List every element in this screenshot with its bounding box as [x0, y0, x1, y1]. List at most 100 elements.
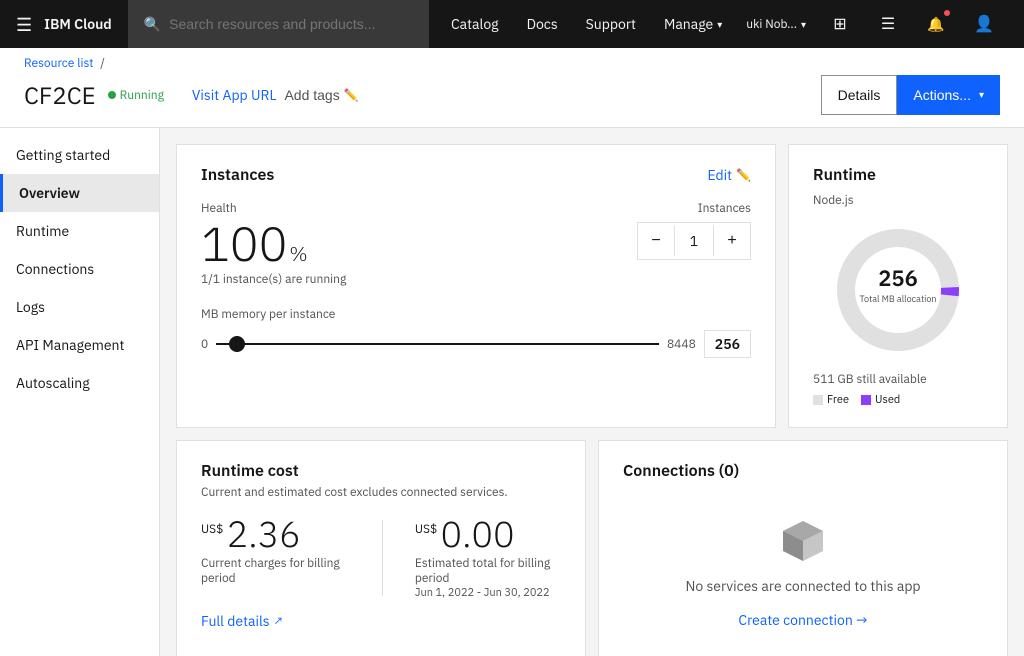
- search-icon: 🔍: [144, 15, 161, 33]
- nav-catalog[interactable]: Catalog: [437, 0, 513, 48]
- used-dot: [861, 395, 871, 405]
- visit-app-url-link[interactable]: Visit App URL: [192, 86, 277, 104]
- status-badge: Running: [108, 88, 164, 103]
- page-actions: Visit App URL Add tags ✏️: [192, 86, 359, 104]
- page-title-row: CF2CE Running Visit App URL Add tags ✏️ …: [24, 75, 1000, 127]
- full-details-link[interactable]: Full details ↗: [201, 612, 561, 630]
- instances-title: Instances: [201, 165, 274, 185]
- instances-header: Instances Edit ✏️: [201, 165, 751, 185]
- sidebar-item-runtime[interactable]: Runtime: [0, 212, 159, 250]
- cost-card: Runtime cost Current and estimated cost …: [176, 440, 586, 656]
- notification-badge: [944, 10, 950, 16]
- runtime-lang: Node.js: [813, 193, 983, 208]
- account-chevron-icon: ▾: [801, 18, 806, 31]
- instances-stepper: − 1 +: [637, 222, 751, 260]
- actions-button[interactable]: Actions... ▾: [897, 75, 1000, 115]
- user-icon[interactable]: 👤: [960, 0, 1008, 48]
- sidebar-item-connections[interactable]: Connections: [0, 250, 159, 288]
- estimated-currency: US$: [415, 522, 437, 537]
- estimated-amount: 0.00: [440, 510, 514, 557]
- grid-icon[interactable]: ⊞: [816, 0, 864, 48]
- edit-link[interactable]: Edit ✏️: [707, 166, 751, 184]
- hamburger-icon[interactable]: ☰: [16, 13, 32, 36]
- page-title: CF2CE: [24, 79, 96, 111]
- legend-used: Used: [861, 393, 900, 407]
- donut-chart: 256 Total MB allocation: [813, 220, 983, 360]
- cost-subtitle: Current and estimated cost excludes conn…: [201, 485, 561, 500]
- decrement-button[interactable]: −: [638, 223, 674, 259]
- sidebar-item-autoscaling[interactable]: Autoscaling: [0, 364, 159, 402]
- svg-text:Total MB allocation: Total MB allocation: [859, 294, 936, 305]
- runtime-available: 511 GB still available: [813, 372, 983, 387]
- sidebar-item-api-management[interactable]: API Management: [0, 326, 159, 364]
- sidebar-item-overview[interactable]: Overview: [0, 174, 159, 212]
- search-bar[interactable]: 🔍: [128, 0, 429, 48]
- list-icon[interactable]: ☰: [864, 0, 912, 48]
- connections-title: Connections (0): [623, 461, 983, 481]
- instances-health: Health 100 % 1/1 instance(s) are running: [201, 201, 637, 287]
- instances-card: Instances Edit ✏️ Health 100 % 1/1 insta…: [176, 144, 776, 428]
- main-content: Instances Edit ✏️ Health 100 % 1/1 insta…: [160, 128, 1024, 656]
- instance-count: 1: [674, 226, 714, 256]
- page-header: Resource list / CF2CE Running Visit App …: [0, 48, 1024, 128]
- memory-max: 8448: [667, 337, 696, 352]
- sidebar-item-getting-started[interactable]: Getting started: [0, 136, 159, 174]
- current-currency: US$: [201, 522, 223, 537]
- runtime-legend: Free Used: [813, 393, 983, 407]
- app-layout: Getting started Overview Runtime Connect…: [0, 128, 1024, 656]
- runtime-title: Runtime: [813, 165, 983, 185]
- runtime-card: Runtime Node.js 256 Total MB allocation …: [788, 144, 1008, 428]
- svg-text:256: 256: [878, 264, 918, 293]
- memory-section: MB memory per instance 0 8448 256: [201, 307, 751, 358]
- instances-control: Instances − 1 +: [637, 201, 751, 260]
- edit-pencil-icon: ✏️: [736, 168, 751, 183]
- add-tags-button[interactable]: Add tags ✏️: [284, 87, 358, 103]
- topnav-actions: uki Nob... ▾ ⊞ ☰ 🔔 👤: [736, 0, 1008, 48]
- cost-row: US$ 2.36 Current charges for billing per…: [201, 516, 561, 600]
- topnav: ☰ IBM Cloud 🔍 Catalog Docs Support Manag…: [0, 0, 1024, 48]
- donut-svg: 256 Total MB allocation: [828, 220, 968, 360]
- connections-card: Connections (0) No services are connecte…: [598, 440, 1008, 656]
- details-button[interactable]: Details: [821, 75, 898, 115]
- account-switcher[interactable]: uki Nob... ▾: [736, 0, 816, 48]
- nav-support[interactable]: Support: [572, 0, 650, 48]
- breadcrumb: Resource list /: [24, 56, 1000, 71]
- status-dot: [108, 91, 116, 99]
- memory-label: MB memory per instance: [201, 307, 751, 322]
- current-desc: Current charges for billing period: [201, 556, 350, 586]
- current-amount: 2.36: [227, 510, 301, 557]
- estimated-date: Jun 1, 2022 - Jun 30, 2022: [415, 586, 561, 600]
- health-pct: %: [289, 240, 307, 267]
- details-actions: Details Actions... ▾: [821, 75, 1000, 115]
- cost-divider: [382, 520, 383, 596]
- legend-free: Free: [813, 393, 849, 407]
- cost-estimated: US$ 0.00 Estimated total for billing per…: [415, 516, 561, 600]
- no-connection-text: No services are connected to this app: [685, 577, 920, 595]
- row-instances: Instances Edit ✏️ Health 100 % 1/1 insta…: [176, 144, 1008, 428]
- account-label: uki Nob...: [746, 17, 797, 32]
- cube-icon: [779, 517, 827, 565]
- instances-label: Instances: [698, 201, 751, 216]
- health-value: 100: [201, 220, 287, 268]
- breadcrumb-parent[interactable]: Resource list: [24, 56, 93, 71]
- nav-docs[interactable]: Docs: [513, 0, 572, 48]
- increment-button[interactable]: +: [714, 223, 750, 259]
- sidebar-item-logs[interactable]: Logs: [0, 288, 159, 326]
- nav-links: Catalog Docs Support Manage ▾: [437, 0, 736, 48]
- memory-value: 256: [704, 330, 751, 358]
- external-link-icon: ↗: [274, 614, 284, 629]
- search-input[interactable]: [169, 16, 413, 32]
- memory-slider-row: 0 8448 256: [201, 330, 751, 358]
- breadcrumb-separator: /: [100, 56, 105, 71]
- cost-current: US$ 2.36 Current charges for billing per…: [201, 516, 350, 600]
- manage-chevron-icon: ▾: [717, 18, 722, 31]
- notifications-icon[interactable]: 🔔: [912, 0, 960, 48]
- memory-slider[interactable]: [216, 343, 659, 345]
- create-connection-link[interactable]: Create connection →: [738, 611, 867, 629]
- nav-manage[interactable]: Manage ▾: [650, 0, 736, 48]
- status-label: Running: [120, 88, 164, 103]
- no-connections: No services are connected to this app Cr…: [623, 497, 983, 649]
- memory-min: 0: [201, 337, 208, 352]
- actions-chevron-icon: ▾: [979, 90, 984, 101]
- row-cost: Runtime cost Current and estimated cost …: [176, 440, 1008, 656]
